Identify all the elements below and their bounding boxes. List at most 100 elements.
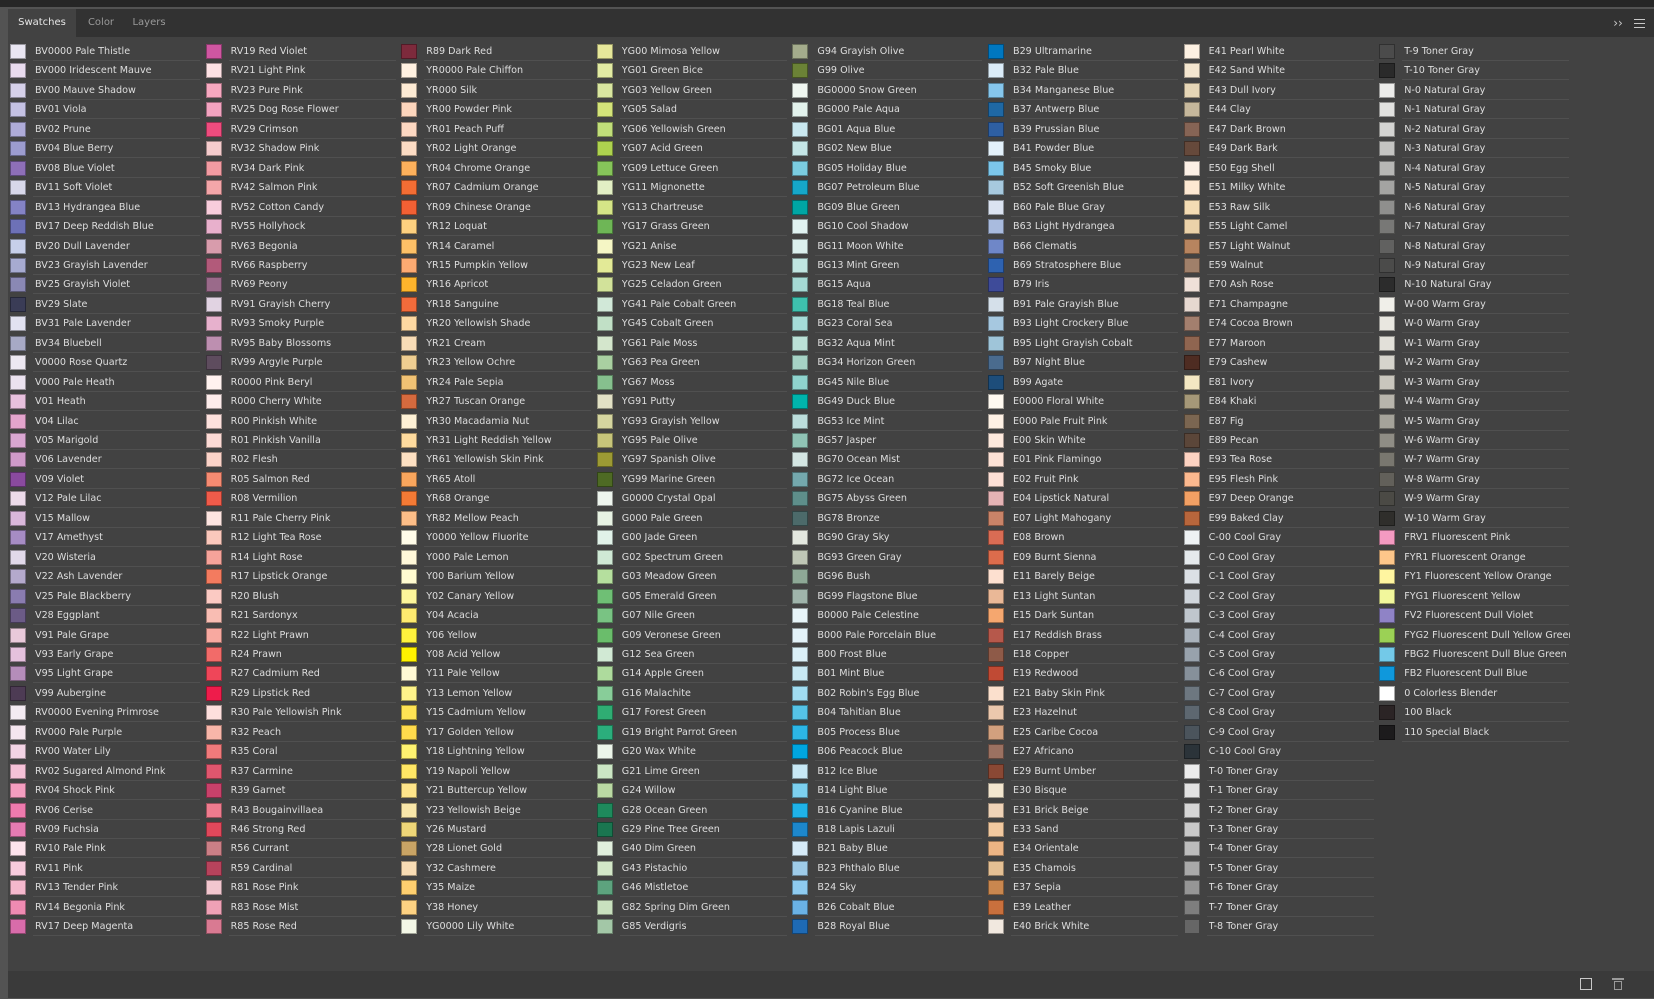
- swatch-item[interactable]: BV00 Mauve Shadow: [8, 81, 204, 100]
- swatch-item[interactable]: BV31 Pale Lavender: [8, 314, 204, 334]
- swatch-item[interactable]: N-3 Natural Gray: [1377, 139, 1573, 159]
- swatch-item[interactable]: E0000 Floral White: [986, 392, 1182, 412]
- swatch-item[interactable]: BG75 Abyss Green: [790, 489, 986, 509]
- swatch-item[interactable]: BG96 Bush: [790, 567, 986, 587]
- swatch-item[interactable]: T-2 Toner Gray: [1182, 801, 1378, 820]
- swatch-item[interactable]: Y04 Acacia: [399, 606, 595, 626]
- swatch-item[interactable]: G14 Apple Green: [595, 664, 791, 684]
- swatch-item[interactable]: G20 Wax White: [595, 742, 791, 762]
- swatch-item[interactable]: V28 Eggplant: [8, 606, 204, 626]
- swatch-item[interactable]: YG09 Lettuce Green: [595, 159, 791, 178]
- swatch-item[interactable]: C-4 Cool Gray: [1182, 626, 1378, 645]
- swatch-item[interactable]: G19 Bright Parrot Green: [595, 723, 791, 742]
- swatch-item[interactable]: E17 Reddish Brass: [986, 626, 1182, 645]
- swatch-item[interactable]: N-0 Natural Gray: [1377, 81, 1573, 100]
- swatch-item[interactable]: YR21 Cream: [399, 334, 595, 353]
- swatch-item[interactable]: E00 Skin White: [986, 431, 1182, 450]
- swatch-item[interactable]: B12 Ice Blue: [790, 762, 986, 781]
- swatch-item[interactable]: N-8 Natural Gray: [1377, 237, 1573, 256]
- swatch-item[interactable]: R81 Rose Pink: [204, 878, 400, 898]
- swatch-item[interactable]: Y0000 Yellow Fluorite: [399, 528, 595, 548]
- swatch-item[interactable]: R43 Bougainvillaea: [204, 801, 400, 820]
- swatch-item[interactable]: B04 Tahitian Blue: [790, 703, 986, 723]
- swatch-item[interactable]: V09 Violet: [8, 470, 204, 489]
- swatch-item[interactable]: R35 Coral: [204, 742, 400, 762]
- swatch-item[interactable]: RV93 Smoky Purple: [204, 314, 400, 334]
- swatch-item[interactable]: FYG2 Fluorescent Dull Yellow Green: [1377, 626, 1573, 645]
- swatch-item[interactable]: V17 Amethyst: [8, 528, 204, 548]
- swatch-item[interactable]: YG0000 Lily White: [399, 917, 595, 937]
- swatch-item[interactable]: W-0 Warm Gray: [1377, 314, 1573, 334]
- swatch-item[interactable]: Y000 Pale Lemon: [399, 548, 595, 567]
- swatch-item[interactable]: V05 Marigold: [8, 431, 204, 450]
- swatch-item[interactable]: B99 Agate: [986, 373, 1182, 392]
- swatch-item[interactable]: B97 Night Blue: [986, 353, 1182, 373]
- swatch-item[interactable]: N-2 Natural Gray: [1377, 120, 1573, 139]
- swatch-item[interactable]: RV34 Dark Pink: [204, 159, 400, 178]
- swatch-item[interactable]: YG93 Grayish Yellow: [595, 412, 791, 431]
- swatch-item[interactable]: E08 Brown: [986, 528, 1182, 548]
- swatch-item[interactable]: RV63 Begonia: [204, 237, 400, 256]
- swatch-item[interactable]: G03 Meadow Green: [595, 567, 791, 587]
- swatch-item[interactable]: E04 Lipstick Natural: [986, 489, 1182, 509]
- swatch-item[interactable]: W-6 Warm Gray: [1377, 431, 1573, 450]
- swatch-item[interactable]: YG63 Pea Green: [595, 353, 791, 373]
- swatch-item[interactable]: E77 Maroon: [1182, 334, 1378, 353]
- swatch-item[interactable]: Y00 Barium Yellow: [399, 567, 595, 587]
- swatch-item[interactable]: T-7 Toner Gray: [1182, 898, 1378, 917]
- swatch-item[interactable]: V93 Early Grape: [8, 645, 204, 664]
- swatch-item[interactable]: RV10 Pale Pink: [8, 839, 204, 859]
- swatch-item[interactable]: E42 Sand White: [1182, 61, 1378, 81]
- swatch-item[interactable]: YG67 Moss: [595, 373, 791, 392]
- swatch-item[interactable]: YR31 Light Reddish Yellow: [399, 431, 595, 450]
- tab-color[interactable]: Color: [78, 9, 124, 37]
- swatch-item[interactable]: RV66 Raspberry: [204, 256, 400, 275]
- swatch-item[interactable]: E55 Light Camel: [1182, 217, 1378, 237]
- swatch-item[interactable]: Y15 Cadmium Yellow: [399, 703, 595, 723]
- swatch-item[interactable]: G99 Olive: [790, 61, 986, 81]
- swatch-item[interactable]: V20 Wisteria: [8, 548, 204, 567]
- swatch-item[interactable]: E59 Walnut: [1182, 256, 1378, 275]
- swatch-item[interactable]: BG01 Aqua Blue: [790, 120, 986, 139]
- swatch-item[interactable]: G43 Pistachio: [595, 859, 791, 878]
- swatch-item[interactable]: B05 Process Blue: [790, 723, 986, 742]
- swatch-item[interactable]: E000 Pale Fruit Pink: [986, 412, 1182, 431]
- swatch-item[interactable]: C-00 Cool Gray: [1182, 528, 1378, 548]
- swatch-item[interactable]: E87 Fig: [1182, 412, 1378, 431]
- swatch-item[interactable]: Y11 Pale Yellow: [399, 664, 595, 684]
- swatch-item[interactable]: BV11 Soft Violet: [8, 178, 204, 198]
- swatch-item[interactable]: G85 Verdigris: [595, 917, 791, 937]
- swatch-item[interactable]: BG70 Ocean Mist: [790, 450, 986, 470]
- swatch-item[interactable]: E23 Hazelnut: [986, 703, 1182, 723]
- swatch-item[interactable]: R56 Currant: [204, 839, 400, 859]
- swatch-item[interactable]: C-5 Cool Gray: [1182, 645, 1378, 664]
- swatch-item[interactable]: YR65 Atoll: [399, 470, 595, 489]
- trash-icon[interactable]: [1612, 978, 1624, 991]
- swatch-item[interactable]: E33 Sand: [986, 820, 1182, 839]
- swatch-item[interactable]: RV06 Cerise: [8, 801, 204, 820]
- swatch-item[interactable]: BG23 Coral Sea: [790, 314, 986, 334]
- swatch-item[interactable]: R59 Cardinal: [204, 859, 400, 878]
- swatch-item[interactable]: V12 Pale Lilac: [8, 489, 204, 509]
- swatch-item[interactable]: YG01 Green Bice: [595, 61, 791, 81]
- swatch-item[interactable]: RV91 Grayish Cherry: [204, 295, 400, 314]
- swatch-item[interactable]: C-9 Cool Gray: [1182, 723, 1378, 742]
- swatch-item[interactable]: B29 Ultramarine: [986, 42, 1182, 61]
- swatch-item[interactable]: YR15 Pumpkin Yellow: [399, 256, 595, 275]
- swatch-item[interactable]: E07 Light Mahogany: [986, 509, 1182, 528]
- swatch-item[interactable]: E37 Sepia: [986, 878, 1182, 898]
- swatch-item[interactable]: G12 Sea Green: [595, 645, 791, 664]
- swatch-item[interactable]: RV55 Hollyhock: [204, 217, 400, 237]
- swatch-item[interactable]: BV25 Grayish Violet: [8, 275, 204, 295]
- swatch-item[interactable]: T-6 Toner Gray: [1182, 878, 1378, 898]
- swatch-item[interactable]: BG15 Aqua: [790, 275, 986, 295]
- swatch-item[interactable]: E50 Egg Shell: [1182, 159, 1378, 178]
- swatch-item[interactable]: YR18 Sanguine: [399, 295, 595, 314]
- swatch-item[interactable]: YR30 Macadamia Nut: [399, 412, 595, 431]
- tab-swatches[interactable]: Swatches: [8, 9, 76, 37]
- swatch-item[interactable]: YR68 Orange: [399, 489, 595, 509]
- swatch-item[interactable]: C-10 Cool Gray: [1182, 742, 1378, 762]
- swatch-item[interactable]: B01 Mint Blue: [790, 664, 986, 684]
- swatch-item[interactable]: YG95 Pale Olive: [595, 431, 791, 450]
- swatch-item[interactable]: G46 Mistletoe: [595, 878, 791, 898]
